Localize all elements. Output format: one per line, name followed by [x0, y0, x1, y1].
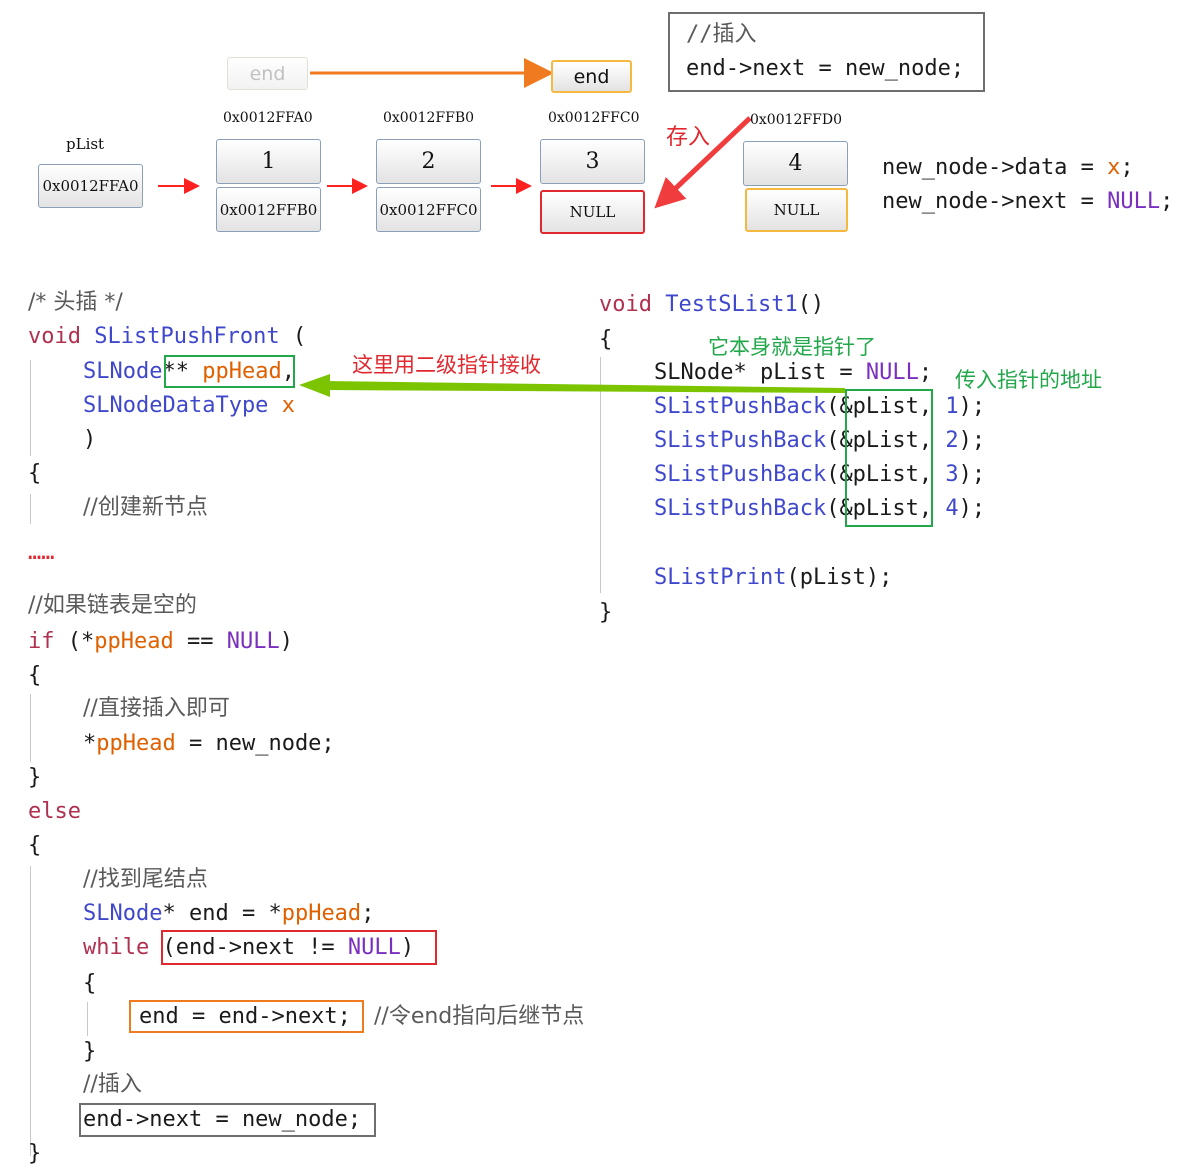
green-arrow-head: [299, 374, 330, 397]
green-arrow-shaft: [325, 381, 845, 393]
address-pass-arrow: [299, 374, 845, 397]
